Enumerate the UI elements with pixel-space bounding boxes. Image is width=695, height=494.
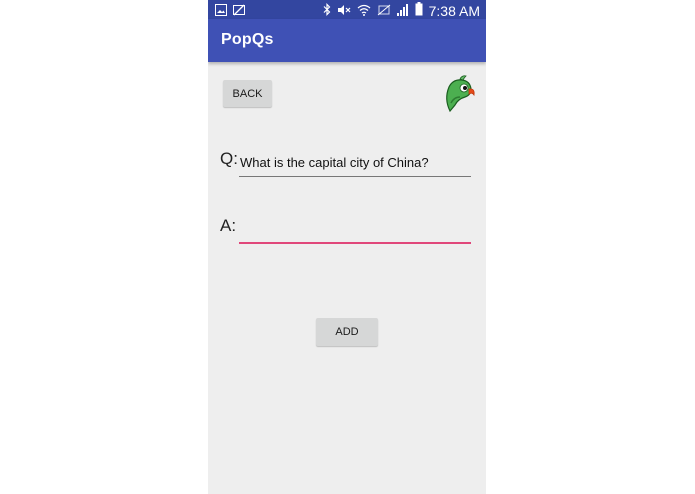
parrot-logo-icon	[440, 75, 476, 113]
answer-label: A:	[220, 216, 237, 235]
answer-input[interactable]	[239, 216, 471, 244]
wifi-icon	[357, 3, 371, 21]
status-bar: 7:38 AM	[208, 0, 486, 19]
signal-icon	[396, 3, 409, 21]
app-title: PopQs	[221, 31, 274, 48]
mute-icon	[337, 3, 351, 21]
status-time: 7:38 AM	[428, 3, 480, 19]
app-bar: PopQs	[208, 19, 486, 62]
back-button[interactable]: BACK	[223, 80, 272, 107]
add-button[interactable]: ADD	[316, 318, 378, 346]
question-input[interactable]	[239, 150, 471, 177]
bluetooth-icon	[323, 2, 331, 21]
app-screen: 7:38 AM PopQs BACK Q: A: ADD	[208, 0, 486, 494]
no-sim-icon	[377, 3, 391, 21]
question-label: Q:	[220, 149, 238, 168]
